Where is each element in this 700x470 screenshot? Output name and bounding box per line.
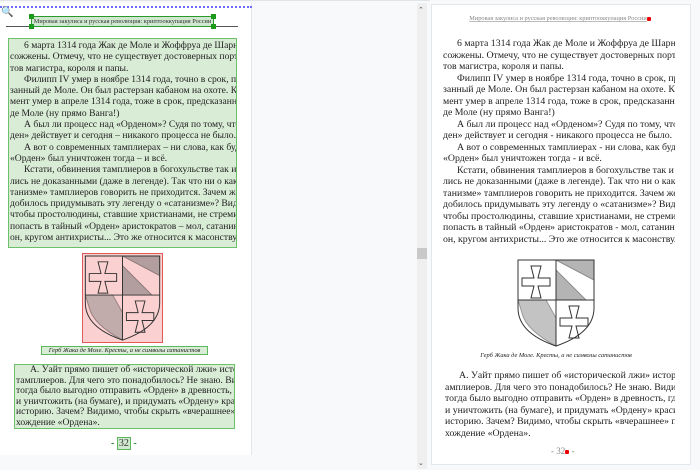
text-line: добилось придумывать эту легенду о «сата… (443, 199, 675, 210)
resize-handle[interactable] (211, 24, 216, 29)
chevron-down-icon[interactable]: ⌄ (418, 459, 424, 467)
text-line: танизме» тамплиеров говорить не приходит… (10, 186, 236, 198)
text-line: тамплиеров. Для чего это понадобилось? Н… (16, 375, 234, 386)
scrollbar-thumb[interactable] (417, 248, 427, 259)
text-line: занный де Моле. Он был растерзан кабаном… (10, 85, 236, 97)
right-text-block-2: А. Уайт прямо пишет об «исторической лжи… (445, 370, 675, 439)
text-line: де Моле (ну прямо Ванга!) (10, 107, 120, 119)
image-caption: Герб Жака де Моле. Кресты, а не символы … (480, 352, 632, 359)
text-line: добилось придумывать эту легенду о «сата… (10, 198, 236, 210)
text-line: «Орден» был уничтожен тогда – и всё. (10, 152, 168, 164)
text-line: сожжены. Отмечу, что не существует досто… (443, 49, 675, 61)
text-line: он, кругом антихристы... Это же относитс… (10, 232, 236, 244)
text-line: чтобы простолюдины, ставшие христианами,… (443, 210, 675, 222)
text-line: ден» действует и сегодня - никакого проц… (443, 130, 673, 141)
resize-handle[interactable] (211, 14, 216, 19)
text-line: А вот о современных тамплиерах - ни слов… (457, 141, 675, 153)
vertical-scrollbar[interactable]: ⌃ ⌄ (417, 3, 427, 469)
text-line: мент умер в апреле 1314 года, тоже в сро… (10, 96, 236, 108)
text-line: хождение «Ордена». (16, 417, 100, 428)
text-line: он, кругом антихристы... Это же относитс… (443, 233, 675, 245)
left-text-block-1: 6 марта 1314 года Жак де Моле и Жоффруа … (10, 40, 236, 243)
text-line: лись не доказанными (даже в легенде). Та… (443, 176, 675, 187)
text-line: тов магистра, короля и папы. (10, 62, 129, 74)
text-line: А. Уайт прямо пишет об «исторической лжи… (459, 370, 675, 381)
text-line: лись не доказанными (даже в легенде). Та… (10, 175, 236, 187)
shield-drawing (84, 255, 161, 341)
coat-of-arms-image[interactable] (82, 253, 163, 343)
text-line: «Орден» был уничтожен тогда - и всё. (443, 153, 602, 164)
text-line: А был ли процесс над «Орденом»? Судя по … (24, 119, 236, 131)
text-line: мент умер в апреле 1314 года, тоже в сро… (443, 95, 675, 107)
page-header[interactable]: Мировая закулиса и русская революция: кр… (31, 16, 214, 27)
text-line: и уничтожить (на бумаге), и придумать «О… (445, 404, 675, 416)
text-line: А. Уайт прямо пишет об «исторической лжи… (30, 365, 234, 375)
resize-handle[interactable] (29, 14, 34, 19)
text-line: А вот о современных тамплиерах – ни слов… (24, 141, 236, 153)
text-line: историю. Зачем? Видимо, чтобы скрыть «вч… (16, 407, 234, 417)
text-line: тов магистра, короля и папы. (443, 61, 564, 72)
right-text-block-1: 6 марта 1314 года Жак де Моле и Жоффруа … (443, 38, 675, 245)
text-line: А был ли процесс над «Орденом»? Судя по … (457, 118, 675, 130)
text-line: Кстати, обвинения тамплиеров в богохульс… (457, 164, 675, 176)
text-line: амплиеров. Для чего это понадобилось? Не… (445, 381, 675, 393)
text-line: историю. Зачем? Видимо, чтобы скрыть «вч… (445, 416, 675, 427)
text-line: танизме» тамплиеров говорить не приходит… (443, 187, 675, 199)
text-line: 6 марта 1314 года Жак де Моле и Жоффруа … (24, 40, 236, 51)
page-header: Мировая закулиса и русская революция: кр… (462, 15, 658, 22)
text-line: хождение «Ордена». (445, 427, 531, 439)
left-document-pane: 🔍 Мировая закулиса и русская революция: … (0, 0, 430, 470)
left-page: 🔍 Мировая закулиса и русская революция: … (0, 3, 252, 455)
text-line: и уничтожить (на бумаге), и придумать «О… (16, 396, 234, 407)
coat-of-arms-image[interactable] (516, 258, 596, 348)
shield-drawing (517, 259, 595, 347)
text-line: Филипп IV умер в ноябре 1314 года, точно… (24, 73, 236, 85)
text-line: тогда было выгодно отправить «Орден» в д… (16, 386, 234, 396)
text-line: сожжены. Отмечу, что не существует досто… (10, 51, 236, 63)
magnifier-icon[interactable]: 🔍 (1, 7, 13, 18)
image-caption: Герб Жака де Моле. Кресты, а не символы … (41, 346, 208, 355)
page-number: - 32 - (551, 446, 575, 456)
change-marker-icon (646, 16, 651, 21)
text-line: тогда было выгодно отправить «Орден» в д… (445, 393, 675, 404)
text-line: попасть в тайный «Орден» аристократов - … (443, 222, 675, 233)
left-text-block-2: А. Уайт прямо пишет об «исторической лжи… (16, 365, 234, 428)
change-marker-icon (565, 449, 570, 454)
text-line: де Моле (ну прямо Ванга!) (443, 107, 555, 118)
text-line: Кстати, обвинения тамплиеров в богохульс… (24, 164, 236, 176)
text-line: занный де Моле. Он был растерзан кабаном… (443, 84, 675, 95)
page-number: - 32 - (111, 437, 137, 450)
text-line: Филипп IV умер в ноябре 1314 года, точно… (457, 72, 675, 84)
text-line: ден» действует и сегодня – никакого проц… (10, 130, 236, 142)
resize-handle[interactable] (29, 24, 34, 29)
selection-line (0, 6, 252, 8)
text-line: попасть в тайный «Орден» аристократов – … (10, 220, 236, 232)
chevron-up-icon[interactable]: ⌃ (418, 6, 424, 14)
text-line: чтобы простолюдины, ставшие христианами,… (10, 209, 236, 221)
text-line: 6 марта 1314 года Жак де Моле и Жоффруа … (457, 38, 675, 49)
